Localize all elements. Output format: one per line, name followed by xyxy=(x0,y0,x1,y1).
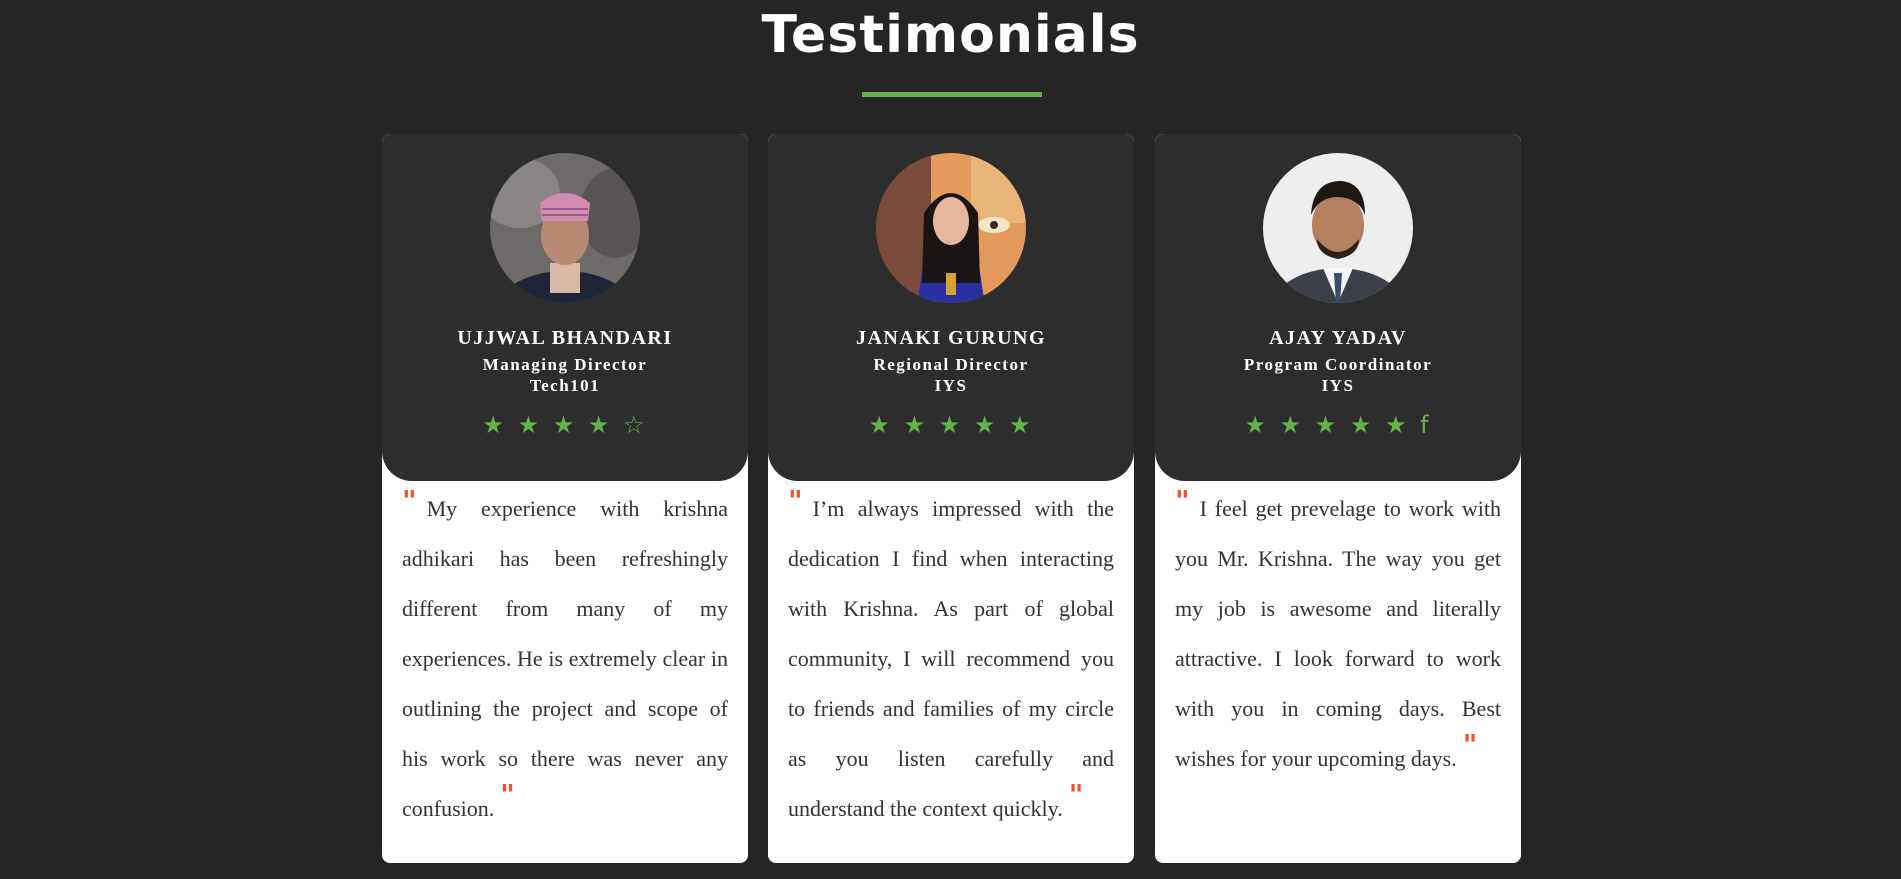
avatar xyxy=(876,153,1026,303)
star-icon: ★ xyxy=(973,411,999,439)
quote-open-icon: " xyxy=(788,484,803,517)
star-icon: ★ xyxy=(903,411,929,439)
reviewer-organization: Tech101 xyxy=(529,376,601,395)
reviewer-name: JANAKI GURUNG xyxy=(855,327,1047,349)
avatar xyxy=(490,153,640,303)
star-outline-icon: ☆ xyxy=(623,411,648,439)
testimonial-card: JANAKI GURUNG Regional Director IYS ★ ★ … xyxy=(768,134,1134,863)
star-icon: ★ xyxy=(482,411,507,439)
star-icon: ★ xyxy=(1244,411,1269,439)
star-icon: ★ xyxy=(868,411,893,439)
quote-open-icon: " xyxy=(402,484,417,517)
quote-open-icon: " xyxy=(1175,484,1190,517)
testimonial-quote: " I’m always impressed with the dedicatio… xyxy=(788,484,1114,834)
quote-close-icon: " xyxy=(1462,728,1478,761)
reviewer-role: Regional Director xyxy=(873,355,1029,374)
star-icon: ★ xyxy=(1009,411,1034,439)
half-star-icon: f xyxy=(1420,411,1432,439)
star-icon: ★ xyxy=(517,411,543,439)
testimonial-card: UJJWAL BHANDARI Managing Director Tech10… xyxy=(382,134,748,863)
star-icon: ★ xyxy=(1314,411,1340,439)
star-icon: ★ xyxy=(1279,411,1305,439)
quote-close-icon: " xyxy=(1068,778,1084,811)
star-icon: ★ xyxy=(1385,411,1410,439)
reviewer-name: UJJWAL BHANDARI xyxy=(457,327,673,349)
quote-text: I’m always impressed with the dedication… xyxy=(788,496,1114,821)
avatar xyxy=(1263,153,1413,303)
star-icon: ★ xyxy=(1349,411,1375,439)
star-icon: ★ xyxy=(552,411,578,439)
reviewer-role: Managing Director xyxy=(482,355,648,374)
star-rating: ★ ★ ★ ★ ☆ xyxy=(382,411,748,439)
card-header: AJAY YADAV Program Coordinator IYS ★ ★ ★… xyxy=(1155,134,1521,481)
testimonial-quote: " My experience with krishna adhikari has… xyxy=(402,484,728,834)
star-icon: ★ xyxy=(587,411,613,439)
star-rating: ★ ★ ★ ★ ★ xyxy=(768,411,1134,439)
star-icon: ★ xyxy=(938,411,964,439)
quote-text: My experience with krishna adhikari has … xyxy=(402,496,728,821)
section-title: Testimonials xyxy=(761,5,1140,65)
quote-text: I feel get prevelage to work with you Mr… xyxy=(1175,496,1501,771)
reviewer-name: AJAY YADAV xyxy=(1269,327,1407,349)
card-header: UJJWAL BHANDARI Managing Director Tech10… xyxy=(382,134,748,481)
star-rating: ★ ★ ★ ★ ★ f xyxy=(1155,411,1521,439)
testimonial-quote: " I feel get prevelage to work with you M… xyxy=(1175,484,1501,784)
quote-close-icon: " xyxy=(500,778,515,811)
card-header: JANAKI GURUNG Regional Director IYS ★ ★ … xyxy=(768,134,1134,481)
title-underline xyxy=(862,92,1042,97)
reviewer-role: Program Coordinator xyxy=(1243,355,1433,374)
reviewer-organization: IYS xyxy=(1321,376,1355,395)
reviewer-organization: IYS xyxy=(934,376,968,395)
testimonial-card: AJAY YADAV Program Coordinator IYS ★ ★ ★… xyxy=(1155,134,1521,863)
